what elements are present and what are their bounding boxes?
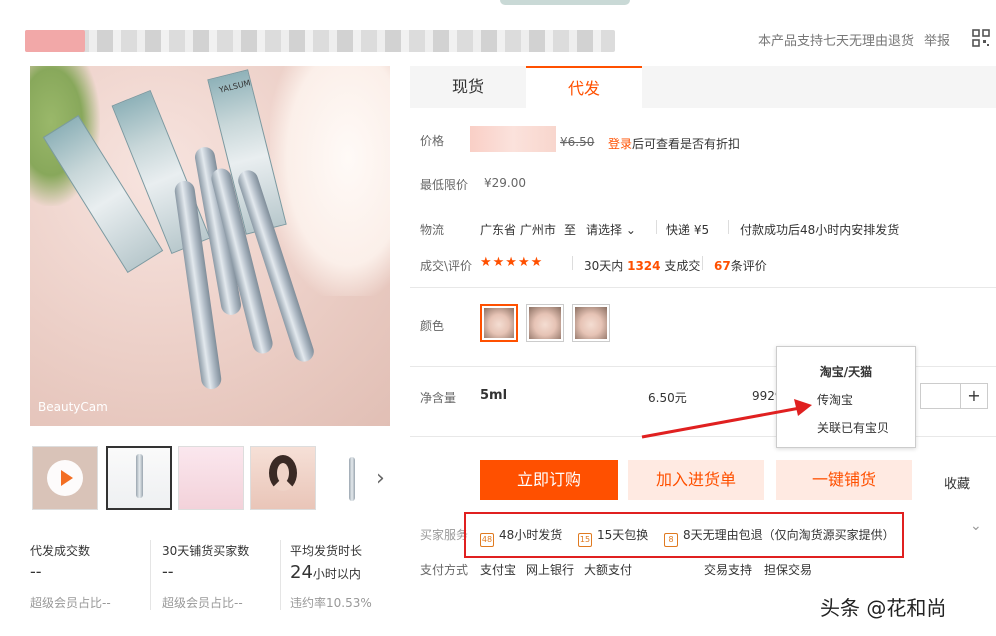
- beautycam-watermark: BeautyCam: [38, 400, 108, 414]
- payment-method: 大额支付: [584, 563, 633, 577]
- stat-value: --: [30, 562, 42, 581]
- ship-from: 广东省 广州市: [480, 223, 556, 237]
- quantity-plus-button[interactable]: +: [960, 383, 988, 409]
- color-swatch[interactable]: [572, 304, 610, 342]
- dropdown-title: 淘宝/天猫: [819, 365, 873, 379]
- tab-dropship[interactable]: 代发: [526, 66, 642, 108]
- stat-label: 平均发货时长: [290, 544, 363, 558]
- chevron-down-icon[interactable]: ⌄: [970, 518, 982, 534]
- toutiao-watermark: 头条 @花和尚: [820, 596, 947, 620]
- color-label: 颜色: [420, 319, 445, 333]
- quantity-input[interactable]: [920, 383, 960, 409]
- stat-sub: 超级会员占比--: [30, 596, 111, 610]
- unit-price: 6.50元: [648, 391, 687, 405]
- order-now-button[interactable]: 立即订购: [480, 460, 618, 500]
- divider: [280, 540, 281, 610]
- chevron-down-icon: ⌄: [625, 223, 636, 237]
- review-count[interactable]: 67条评价: [714, 257, 767, 274]
- one-click-distribute-button[interactable]: 一键铺货: [776, 460, 912, 500]
- volume-spec: 5ml: [480, 388, 508, 403]
- add-to-list-button[interactable]: 加入进货单: [628, 460, 764, 500]
- clock-icon: 48: [480, 533, 494, 547]
- qr-code-icon[interactable]: [972, 29, 990, 47]
- login-hint: 登录后可查看是否有折扣: [608, 137, 741, 151]
- trade-support-value: 担保交易: [764, 563, 813, 577]
- ship-to-label: 至: [564, 223, 577, 237]
- divider: [572, 256, 573, 270]
- thumbnail-image[interactable]: [322, 446, 368, 510]
- sales-count: 30天内 1324 支成交: [584, 259, 701, 273]
- rating-stars: ★★★★★: [480, 255, 544, 270]
- trade-support-label: 交易支持: [704, 563, 753, 577]
- return-policy-link[interactable]: 本产品支持七天无理由退货: [758, 30, 914, 49]
- service-48h: 48 48小时发货: [480, 526, 562, 547]
- stat-sub: 超级会员占比--: [162, 596, 243, 610]
- volume-label: 净含量: [420, 391, 457, 405]
- original-price: ¥6.50: [560, 135, 595, 149]
- price-label: 价格: [420, 134, 445, 148]
- tab-spot[interactable]: 现货: [410, 66, 526, 108]
- express-fee: 快递 ¥5: [666, 223, 710, 237]
- shipping-note: 付款成功后48小时内安排发货: [740, 223, 900, 237]
- color-swatch[interactable]: [480, 304, 518, 342]
- purchase-tabs: 现货 代发: [410, 66, 996, 108]
- destination-select[interactable]: 请选择 ⌄: [586, 221, 636, 238]
- return-icon: 8: [664, 533, 678, 547]
- stat-sub: 违约率10.53%: [290, 596, 372, 610]
- exchange-icon: 15: [578, 533, 592, 547]
- logistics-label: 物流: [420, 223, 445, 237]
- color-swatch[interactable]: [526, 304, 564, 342]
- thumbnail-image[interactable]: [250, 446, 316, 510]
- menu-item-link-existing[interactable]: 关联已有宝贝: [817, 419, 889, 436]
- payment-method: 支付宝: [480, 563, 517, 577]
- service-8day-return: 8 8天无理由包退（仅向淘货源买家提供）: [664, 526, 895, 547]
- min-price-value: ¥29.00: [484, 176, 526, 190]
- services-label: 买家服务: [420, 528, 469, 542]
- divider: [410, 287, 996, 288]
- report-link[interactable]: 举报: [924, 30, 950, 49]
- feather-decoration: [270, 66, 390, 296]
- divider: [728, 220, 729, 234]
- payment-label: 支付方式: [420, 563, 469, 577]
- chevron-right-icon[interactable]: ›: [376, 466, 385, 491]
- stat-label: 代发成交数: [30, 544, 91, 558]
- thumbnail-video[interactable]: [32, 446, 98, 510]
- divider: [150, 540, 151, 610]
- top-decoration: [500, 0, 630, 5]
- main-product-image[interactable]: YALSUM BeautyCam: [30, 66, 390, 426]
- thumbnail-image[interactable]: [178, 446, 244, 510]
- deals-label: 成交\评价: [420, 259, 473, 273]
- min-price-label: 最低限价: [420, 178, 469, 192]
- stat-value: 24小时以内: [290, 562, 361, 583]
- publish-dropdown: 淘宝/天猫 传淘宝 关联已有宝贝: [776, 346, 916, 448]
- login-link[interactable]: 登录: [608, 137, 632, 151]
- service-15day-exchange: 15 15天包换: [578, 526, 648, 547]
- favorite-button[interactable]: 收藏: [944, 473, 970, 492]
- product-title-blurred: [25, 30, 615, 52]
- price-blurred: [470, 126, 556, 152]
- thumbnail-image[interactable]: [106, 446, 172, 510]
- play-icon[interactable]: [47, 460, 83, 496]
- stat-value: --: [162, 562, 174, 581]
- divider: [702, 256, 703, 270]
- stat-label: 30天铺货买家数: [162, 544, 250, 558]
- divider: [656, 220, 657, 234]
- payment-method: 网上银行: [526, 563, 575, 577]
- menu-item-publish-taobao[interactable]: 传淘宝: [817, 391, 853, 408]
